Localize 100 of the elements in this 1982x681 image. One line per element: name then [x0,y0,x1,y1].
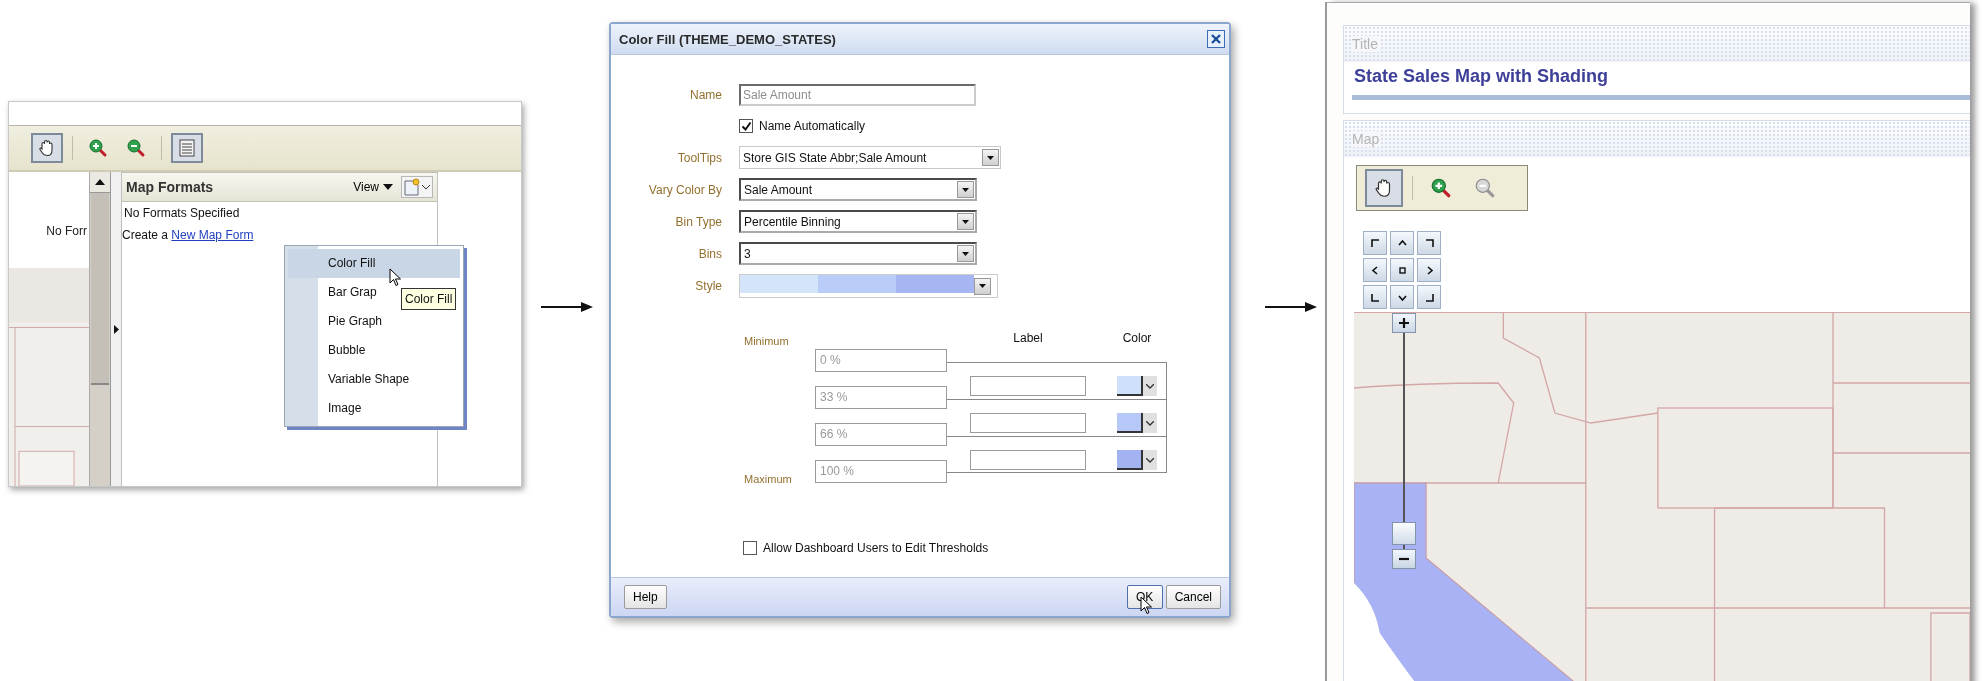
pan-tool-button[interactable] [1365,169,1403,207]
menu-item-label: Pie Graph [328,314,383,328]
zoom-in-icon [88,138,108,158]
close-button[interactable] [1207,30,1225,48]
splitter-handle[interactable] [111,172,121,486]
checkbox-label: Name Automatically [759,119,866,133]
scrollbar[interactable] [89,172,111,486]
pan-button[interactable] [1390,231,1414,255]
section-label: Map [1352,131,1382,147]
menu-item[interactable]: Variable Shape [288,365,416,394]
checkbox-label: Allow Dashboard Users to Edit Thresholds [763,541,989,555]
new-format-link[interactable]: New Map Form [171,228,254,242]
pan-button[interactable] [1417,285,1441,309]
column-header: Color [1121,331,1153,345]
pan-button[interactable] [1363,285,1387,309]
field-label: Style [694,279,723,293]
column-header: Label [1012,331,1044,345]
pan-button[interactable] [1417,258,1441,282]
panel-title: Map Formats [126,179,215,195]
pan-button[interactable] [1417,231,1441,255]
zoom-in-icon [1430,177,1452,199]
zoom-in-button[interactable] [1392,313,1416,333]
menu-item[interactable]: Pie Graph [288,307,389,336]
maximum-label: Maximum [744,472,793,485]
report-title: State Sales Map with Shading [1353,65,1610,87]
up-arrow-icon [95,179,105,185]
create-format-text: Create a New Map Form [122,227,255,244]
chevron-icon [1397,238,1407,248]
menu-item[interactable]: Color Fill [288,249,460,278]
zoom-out-button[interactable] [1392,549,1416,569]
cursor-icon [389,268,402,287]
field-label: Bins [697,246,723,261]
menu-item[interactable]: Bar Grap [288,278,383,307]
caret-icon [987,155,994,160]
checkbox[interactable] [739,119,753,133]
new-document-icon [404,178,420,196]
caret-icon [383,184,393,190]
dropdown[interactable]: 3 [739,242,977,265]
flow-arrow [541,301,593,313]
dropdown[interactable]: Sale Amount [739,178,977,201]
pan-button[interactable] [1390,258,1414,282]
slider-thumb[interactable] [1392,522,1416,546]
color-picker[interactable] [1117,376,1157,396]
menu-item-label: Bar Grap [328,285,377,299]
checkbox[interactable] [743,541,757,555]
corner-icon [1370,292,1380,302]
caret-icon [979,284,986,288]
flow-arrow [1265,301,1317,313]
zoom-out-icon [1474,177,1496,199]
zoom-out-icon [126,138,146,158]
field-label: Name [689,88,723,102]
list-view-button[interactable] [171,133,203,163]
caret-icon [962,187,969,192]
field-label: ToolTips [676,150,723,165]
caret-icon [1146,457,1154,463]
corner-icon [1424,292,1434,302]
plus-icon [1398,317,1410,329]
field-label: Vary Color By [647,182,723,197]
label-field[interactable] [970,450,1086,470]
close-icon [1211,34,1221,44]
menu-item-label: Image [328,401,362,415]
caret-icon [1146,383,1154,389]
corner-icon [1424,238,1434,248]
cancel-button[interactable]: Cancel [1165,585,1221,609]
caret-icon [422,184,430,190]
color-picker[interactable] [1117,413,1157,433]
label-field[interactable] [970,376,1086,396]
expand-arrow-icon [113,324,119,334]
pan-button[interactable] [1363,258,1387,282]
field-label: Bin Type [674,214,723,229]
view-menu-button[interactable]: View [353,180,393,194]
pan-tool-button[interactable] [31,133,63,163]
menu-item-label: Variable Shape [328,372,410,386]
corner-icon [1370,238,1380,248]
new-format-button[interactable] [401,176,433,198]
tooltip: Color Fill [401,288,457,310]
caret-icon [1146,420,1154,426]
minimum-label: Minimum [744,335,790,349]
scrollbar-thumb[interactable] [91,193,109,385]
map-format-label: No Forr [46,224,87,238]
label-field[interactable] [970,413,1086,433]
section-label: Title [1352,36,1380,52]
pan-button[interactable] [1390,285,1414,309]
caret-icon [962,219,969,224]
color-picker[interactable] [1117,450,1157,470]
menu-item-label: Color Fill [328,256,376,270]
dropdown[interactable]: Percentile Binning [739,210,977,233]
dropdown[interactable]: Store GIS State Abbr;Sale Amount [739,146,1001,169]
pan-button[interactable] [1363,231,1387,255]
menu-item-label: Bubble [328,343,366,357]
menu-item[interactable]: Bubble [288,336,372,365]
list-icon [177,138,197,158]
empty-message: No Formats Specified [123,205,241,222]
caret-icon [962,251,969,256]
color-style-dropdown[interactable] [739,274,998,298]
help-button[interactable]: Help [624,585,667,609]
dialog-title: Color Fill (THEME_DEMO_STATES) [619,31,837,47]
chevron-icon [1370,265,1380,275]
menu-item[interactable]: Image [288,394,368,423]
scroll-up-button[interactable] [90,172,110,193]
